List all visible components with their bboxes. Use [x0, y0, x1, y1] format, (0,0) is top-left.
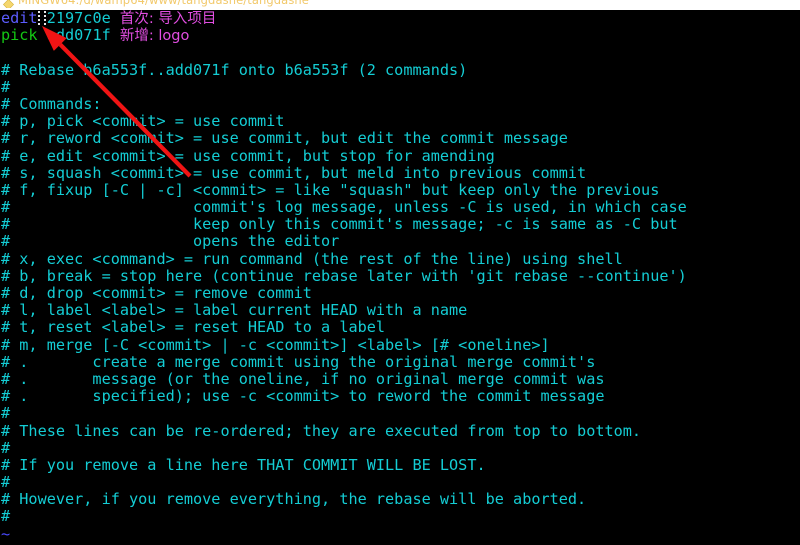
comment-line: # d, drop <commit> = remove commit [1, 284, 312, 302]
todo-commit-hash-value: 2197c0e [46, 10, 111, 27]
comment-line [0, 44, 800, 61]
vim-filler-tilde: ~ [1, 524, 11, 543]
comment-line: # . message (or the oneline, if no origi… [1, 369, 605, 388]
comment-line: # e, edit <commit> = use commit, but sto… [1, 146, 495, 165]
comment-line: # b, break = stop here (continue rebase … [1, 266, 687, 285]
terminal-buffer[interactable]: edit 2197c0e 首次: 导入项目 pick add071f 新增: l… [0, 10, 800, 545]
window-title-bar: MINGW64:/d/wamp64/www/tangdashe/tangdash… [0, 0, 800, 8]
comment-line: # commit's log message, unless -C is use… [1, 198, 687, 217]
comment-line: # s, squash <commit> = use commit, but m… [1, 163, 587, 182]
comment-line: # If you remove a line here THAT COMMIT … [1, 455, 486, 474]
comment-line: # x, exec <command> = run command (the r… [1, 249, 623, 268]
comment-line: # opens the editor [1, 232, 340, 251]
comment-line: # r, reword <commit> = use commit, but e… [1, 129, 568, 148]
todo-action-keyword[interactable]: edit [1, 10, 38, 27]
comment-line: # f, fixup [-C | -c] <commit> = like "sq… [1, 180, 660, 199]
comment-line: # . create a merge commit using the orig… [1, 352, 596, 371]
comment-line: # Rebase b6a553f..add071f onto b6a553f (… [1, 60, 468, 79]
comment-line: # These lines can be re-ordered; they ar… [1, 421, 642, 440]
comment-line: # [1, 404, 11, 423]
rebase-todo-row[interactable]: pick add071f 新增: logo [0, 26, 800, 45]
todo-commit-subject: 新增: logo [119, 28, 190, 45]
comment-line: # Commands: [1, 94, 102, 113]
todo-commit-hash [38, 10, 47, 27]
todo-commit-subject: 首次: 导入项目 [119, 11, 217, 27]
comment-line: # l, label <label> = label current HEAD … [1, 301, 468, 320]
comment-line: # m, merge [-C <commit> | -c <commit>] <… [1, 335, 550, 354]
todo-commit-hash-value: add071f [46, 26, 111, 45]
comment-line: # keep only this commit's message; -c is… [1, 215, 678, 234]
comment-line: # [1, 473, 11, 492]
window-title-text: MINGW64:/d/wamp64/www/tangdashe/tangdash… [18, 0, 309, 7]
comment-line: # . specified); use -c <commit> to rewor… [1, 387, 605, 406]
todo-gap [111, 26, 120, 44]
todo-gap [111, 10, 120, 27]
rebase-help-comments: # Rebase b6a553f..add071f onto b6a553f (… [0, 44, 800, 525]
comment-line: # p, pick <commit> = use commit [1, 112, 285, 131]
git-bash-icon [2, 0, 15, 8]
comment-line: # t, reset <label> = reset HEAD to a lab… [1, 318, 386, 337]
comment-line: # [1, 507, 11, 526]
comment-line: # [1, 77, 11, 96]
comment-line: # However, if you remove everything, the… [1, 490, 587, 509]
todo-action-keyword[interactable]: pick [1, 26, 38, 44]
rebase-todo-row[interactable]: edit 2197c0e 首次: 导入项目 [0, 10, 800, 27]
todo-gap [38, 26, 47, 44]
comment-line: # [1, 438, 11, 457]
